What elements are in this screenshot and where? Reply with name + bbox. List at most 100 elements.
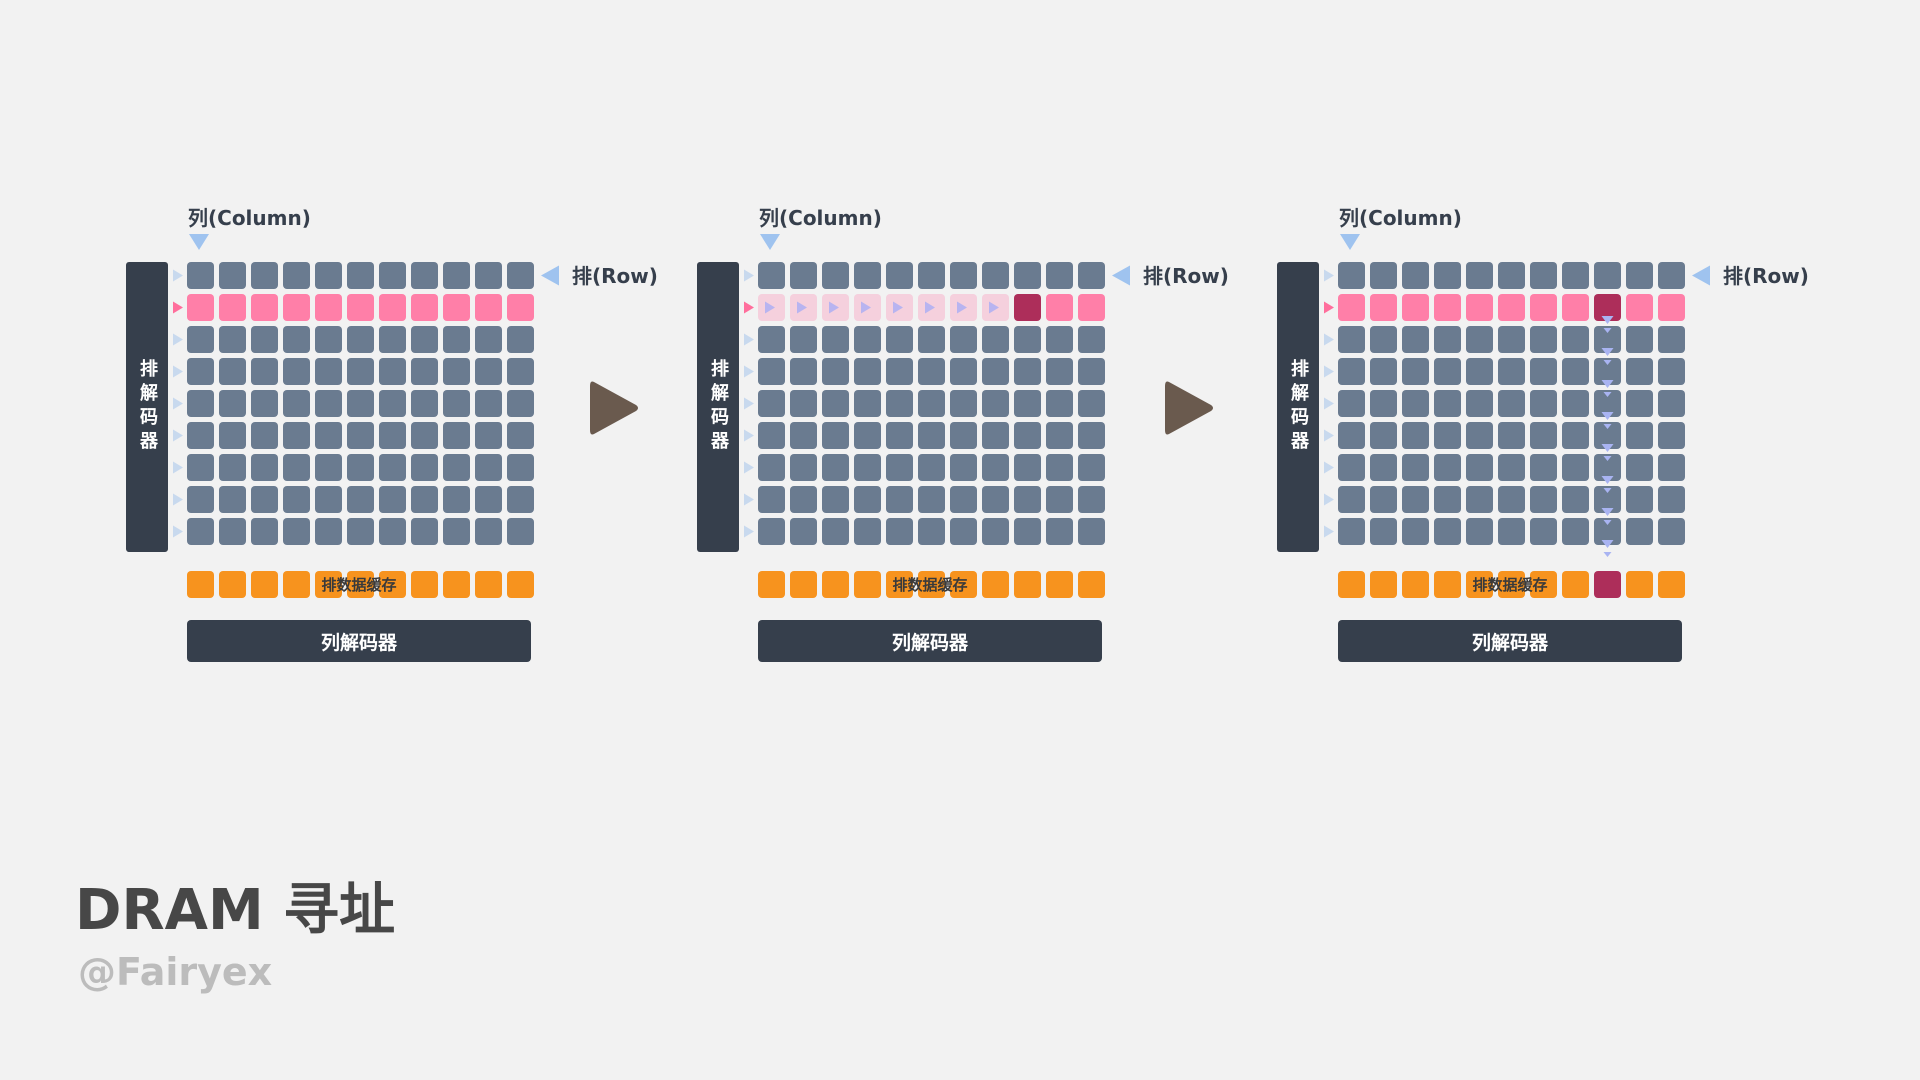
memory-cell <box>1658 422 1685 449</box>
memory-cell <box>1466 294 1493 321</box>
memory-cell <box>886 422 913 449</box>
memory-cell <box>1530 390 1557 417</box>
step-arrow-icon <box>590 381 638 435</box>
memory-cell <box>1338 518 1365 545</box>
memory-cell <box>507 262 534 289</box>
memory-cell <box>1530 326 1557 353</box>
memory-cell <box>347 390 374 417</box>
memory-cell <box>1626 422 1653 449</box>
memory-cell <box>1626 518 1653 545</box>
memory-cell <box>918 326 945 353</box>
memory-cell <box>1658 486 1685 513</box>
memory-cell <box>1658 262 1685 289</box>
memory-cell <box>982 454 1009 481</box>
memory-cell <box>443 326 470 353</box>
diagram-stage: 列(Column) 排(Row) 排解码器 排数据缓存 列解码器 列(Colum… <box>0 0 1920 1080</box>
memory-cell <box>1370 294 1397 321</box>
memory-cell <box>315 454 342 481</box>
row-buffer-cell <box>1562 571 1589 598</box>
row-pointer-icon <box>744 525 754 538</box>
memory-cell <box>219 518 246 545</box>
memory-cell <box>822 454 849 481</box>
memory-cell <box>854 326 881 353</box>
memory-cell <box>475 422 502 449</box>
row-buffer-cell <box>1594 571 1621 598</box>
memory-cell <box>1338 358 1365 385</box>
row-pointer-icon <box>1324 493 1334 506</box>
memory-cell <box>347 358 374 385</box>
memory-cell <box>1046 326 1073 353</box>
row-decoder: 排解码器 <box>697 262 739 552</box>
memory-cell <box>1434 486 1461 513</box>
memory-cell <box>886 518 913 545</box>
memory-cell <box>347 422 374 449</box>
memory-cell <box>283 262 310 289</box>
memory-cell <box>982 518 1009 545</box>
memory-cell <box>1370 422 1397 449</box>
memory-cell <box>950 326 977 353</box>
memory-cell <box>1370 486 1397 513</box>
memory-cell <box>1466 262 1493 289</box>
memory-cell <box>315 262 342 289</box>
memory-cell <box>1658 390 1685 417</box>
row-buffer-cell <box>1530 571 1557 598</box>
memory-cell <box>822 358 849 385</box>
memory-cell <box>507 326 534 353</box>
row-buffer-cell <box>1402 571 1429 598</box>
memory-cell <box>918 422 945 449</box>
memory-cell <box>411 294 438 321</box>
author-credit: @Fairyex <box>78 950 273 994</box>
memory-cell <box>1014 326 1041 353</box>
memory-cell <box>443 518 470 545</box>
row-buffer-cell <box>758 571 785 598</box>
memory-cell <box>1498 262 1525 289</box>
memory-cell <box>790 262 817 289</box>
memory-cell <box>1626 358 1653 385</box>
memory-cell <box>1370 262 1397 289</box>
memory-cell <box>822 326 849 353</box>
memory-cell <box>379 294 406 321</box>
memory-cell <box>1466 422 1493 449</box>
memory-cell <box>1046 486 1073 513</box>
memory-cell <box>187 422 214 449</box>
memory-cell <box>918 518 945 545</box>
row-label-pointer-icon <box>541 265 559 286</box>
memory-cell <box>1402 486 1429 513</box>
memory-cell <box>283 454 310 481</box>
memory-cell <box>886 390 913 417</box>
memory-cell <box>886 326 913 353</box>
row-pointer-icon <box>744 365 754 378</box>
memory-cell <box>475 294 502 321</box>
memory-cell <box>1530 422 1557 449</box>
row-pointer-icon <box>744 461 754 474</box>
memory-cell <box>950 390 977 417</box>
memory-cell <box>443 390 470 417</box>
memory-cell <box>475 486 502 513</box>
row-buffer-cell <box>1466 571 1493 598</box>
memory-cell <box>950 422 977 449</box>
memory-cell <box>886 454 913 481</box>
memory-cell <box>1014 294 1041 321</box>
memory-cell <box>1402 358 1429 385</box>
memory-cell <box>758 422 785 449</box>
row-buffer-cell <box>1370 571 1397 598</box>
column-pointer-icon <box>1340 234 1360 250</box>
row-buffer-cell <box>187 571 214 598</box>
memory-cell <box>1562 422 1589 449</box>
row-pointer-icon <box>173 301 183 314</box>
memory-cell <box>1626 262 1653 289</box>
memory-cell <box>283 358 310 385</box>
row-pointer-icon <box>744 429 754 442</box>
row-buffer-cell <box>790 571 817 598</box>
memory-cell <box>950 486 977 513</box>
memory-cell <box>219 422 246 449</box>
memory-cell <box>918 486 945 513</box>
memory-cell <box>854 486 881 513</box>
row-buffer-cell <box>443 571 470 598</box>
memory-cell <box>1078 294 1105 321</box>
memory-cell <box>758 518 785 545</box>
memory-cell <box>790 422 817 449</box>
memory-cell <box>918 390 945 417</box>
memory-cell <box>1078 422 1105 449</box>
memory-cell <box>507 390 534 417</box>
